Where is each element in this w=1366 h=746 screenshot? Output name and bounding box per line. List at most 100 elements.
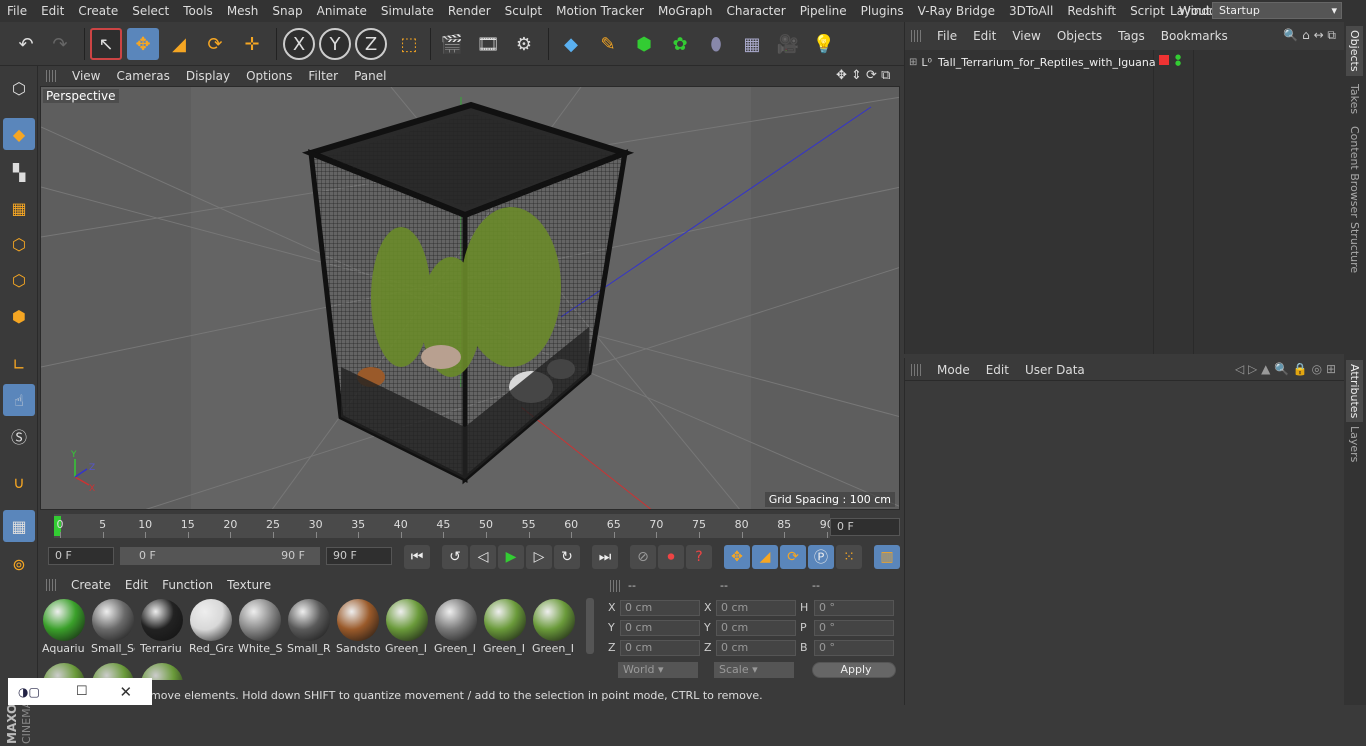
start-frame-field[interactable]: 0 F — [48, 547, 114, 565]
viewport-menu-display[interactable]: Display — [178, 69, 238, 83]
world-select[interactable]: World ▾ — [618, 662, 698, 678]
cloner-icon[interactable]: ✿ — [664, 28, 696, 60]
panel-grip[interactable] — [610, 580, 620, 592]
object-manager-nav-icons[interactable]: 🔍 ⌂ ↔ ⧉ — [1283, 28, 1336, 43]
material-swatch[interactable]: Green_I — [385, 598, 429, 658]
maximize-icon[interactable]: ☐ — [76, 684, 88, 699]
timeline-window-icon[interactable]: ▥ — [874, 545, 900, 569]
material-swatch[interactable]: Red_Gra — [189, 598, 233, 658]
frame-range-slider[interactable]: 0 F 90 F — [120, 547, 320, 565]
redo-icon[interactable]: ↷ — [44, 28, 76, 60]
key-scale-icon[interactable]: ◢ — [752, 545, 778, 569]
record-keys-icon[interactable]: ⊘ — [630, 545, 656, 569]
material-swatch[interactable]: Green_I — [434, 598, 478, 658]
points-mode-icon[interactable]: ⬡ — [3, 228, 35, 260]
next-key-icon[interactable]: ↻ — [554, 545, 580, 569]
coordinate-system-icon[interactable]: ⬚ — [393, 28, 425, 60]
solo-mode-icon[interactable]: Ⓢ — [3, 420, 35, 452]
side-tab-attributes[interactable]: Attributes — [1346, 360, 1363, 423]
timeline-ruler[interactable]: 0 5 10 15 20 25 30 35 40 45 50 55 60 65 70 75 80 85 90 — [54, 514, 834, 538]
perspective-viewport[interactable]: Y Z X Perspective Grid Spacing : 100 cm — [40, 86, 900, 510]
side-tab-content-browser[interactable]: Content Browser — [1346, 122, 1363, 222]
menu-mesh[interactable]: Mesh — [220, 4, 266, 18]
texture-mode-icon[interactable]: ▚ — [3, 156, 35, 188]
side-tab-takes[interactable]: Takes — [1346, 80, 1363, 118]
render-picture-viewer-icon[interactable]: 🎞 — [472, 28, 504, 60]
menu-select[interactable]: Select — [125, 4, 176, 18]
current-frame-field[interactable]: 0 F — [830, 518, 900, 536]
menu-render[interactable]: Render — [441, 4, 498, 18]
object-row[interactable]: ⊞ L⁰ Tall_Terrarium_for_Reptiles_with_Ig… — [909, 54, 1156, 70]
material-menu-texture[interactable]: Texture — [220, 578, 278, 592]
object-list[interactable]: ⊞ L⁰ Tall_Terrarium_for_Reptiles_with_Ig… — [905, 50, 1345, 354]
render-view-icon[interactable]: 🎬 — [436, 28, 468, 60]
menu-v-ray-bridge[interactable]: V-Ray Bridge — [911, 4, 1002, 18]
material-menu-create[interactable]: Create — [64, 578, 118, 592]
deformer-icon[interactable]: ⬮ — [700, 28, 732, 60]
menu-edit[interactable]: Edit — [34, 4, 71, 18]
menu-redshift[interactable]: Redshift — [1060, 4, 1123, 18]
goto-end-icon[interactable]: ⏭ — [592, 545, 618, 569]
object-menu-file[interactable]: File — [929, 29, 965, 43]
render-settings-icon[interactable]: ⚙ — [508, 28, 540, 60]
object-menu-bookmarks[interactable]: Bookmarks — [1153, 29, 1236, 43]
next-frame-icon[interactable]: ▷ — [526, 545, 552, 569]
coord-value-field[interactable]: 0 cm — [620, 620, 700, 636]
undo-icon[interactable]: ↶ — [10, 28, 42, 60]
menu-pipeline[interactable]: Pipeline — [793, 4, 854, 18]
side-tab-layers[interactable]: Layers — [1346, 422, 1363, 466]
prev-key-icon[interactable]: ↺ — [442, 545, 468, 569]
material-swatch[interactable]: Green_I — [483, 598, 527, 658]
polygons-mode-icon[interactable]: ⬢ — [3, 300, 35, 332]
light-icon[interactable]: 💡 — [808, 28, 840, 60]
coord-value-field[interactable]: 0 ° — [814, 620, 894, 636]
y-axis-icon[interactable]: Y — [319, 28, 351, 60]
panel-grip[interactable] — [911, 364, 921, 376]
material-menu-edit[interactable]: Edit — [118, 578, 155, 592]
object-menu-tags[interactable]: Tags — [1110, 29, 1153, 43]
menu-sculpt[interactable]: Sculpt — [498, 4, 549, 18]
object-name[interactable]: Tall_Terrarium_for_Reptiles_with_Iguana — [938, 56, 1156, 69]
model-mode-icon[interactable]: ◆ — [3, 118, 35, 150]
menu-script[interactable]: Script — [1123, 4, 1172, 18]
transform-tool-icon[interactable]: ✛ — [236, 28, 268, 60]
end-frame-field[interactable]: 90 F — [326, 547, 392, 565]
scale-select[interactable]: Scale ▾ — [714, 662, 794, 678]
menu-simulate[interactable]: Simulate — [374, 4, 441, 18]
tweak-mode-icon[interactable]: ☝ — [3, 384, 35, 416]
scale-tool-icon[interactable]: ◢ — [163, 28, 195, 60]
pen-icon[interactable]: ✎ — [592, 28, 624, 60]
keyframe-selection-icon[interactable]: ? — [686, 545, 712, 569]
autokey-icon[interactable]: ⏺ — [658, 545, 684, 569]
menu-create[interactable]: Create — [71, 4, 125, 18]
viewport-menu-view[interactable]: View — [64, 69, 108, 83]
object-menu-view[interactable]: View — [1004, 29, 1048, 43]
material-swatch[interactable]: Small_Se — [91, 598, 135, 658]
panel-grip[interactable] — [46, 579, 56, 591]
key-pla-icon[interactable]: ⁙ — [836, 545, 862, 569]
coord-value-field[interactable]: 0 cm — [620, 600, 700, 616]
snap-enable-icon[interactable]: ▦ — [3, 510, 35, 542]
menu-character[interactable]: Character — [719, 4, 792, 18]
menu-motion-tracker[interactable]: Motion Tracker — [549, 4, 651, 18]
menu-animate[interactable]: Animate — [310, 4, 374, 18]
material-menu-function[interactable]: Function — [155, 578, 220, 592]
visibility-dots[interactable]: ● ● — [1175, 54, 1181, 67]
object-menu-edit[interactable]: Edit — [965, 29, 1004, 43]
magnet-icon[interactable]: ∪ — [3, 466, 35, 498]
menu-mograph[interactable]: MoGraph — [651, 4, 720, 18]
attribute-menu-edit[interactable]: Edit — [978, 363, 1017, 377]
snap-settings-icon[interactable]: ⊚ — [3, 548, 35, 580]
axis-mode-icon[interactable]: ∟ — [3, 348, 35, 380]
floor-icon[interactable]: ▦ — [736, 28, 768, 60]
viewport-menu-filter[interactable]: Filter — [300, 69, 346, 83]
menu-plugins[interactable]: Plugins — [854, 4, 911, 18]
menu-snap[interactable]: Snap — [265, 4, 309, 18]
material-swatch[interactable]: Sandsto — [336, 598, 380, 658]
material-swatch[interactable]: Terrariu — [140, 598, 184, 658]
menu-tools[interactable]: Tools — [176, 4, 220, 18]
z-axis-icon[interactable]: Z — [355, 28, 387, 60]
viewport-menu-panel[interactable]: Panel — [346, 69, 394, 83]
object-menu-objects[interactable]: Objects — [1049, 29, 1110, 43]
layer-color-swatch[interactable] — [1159, 55, 1169, 65]
